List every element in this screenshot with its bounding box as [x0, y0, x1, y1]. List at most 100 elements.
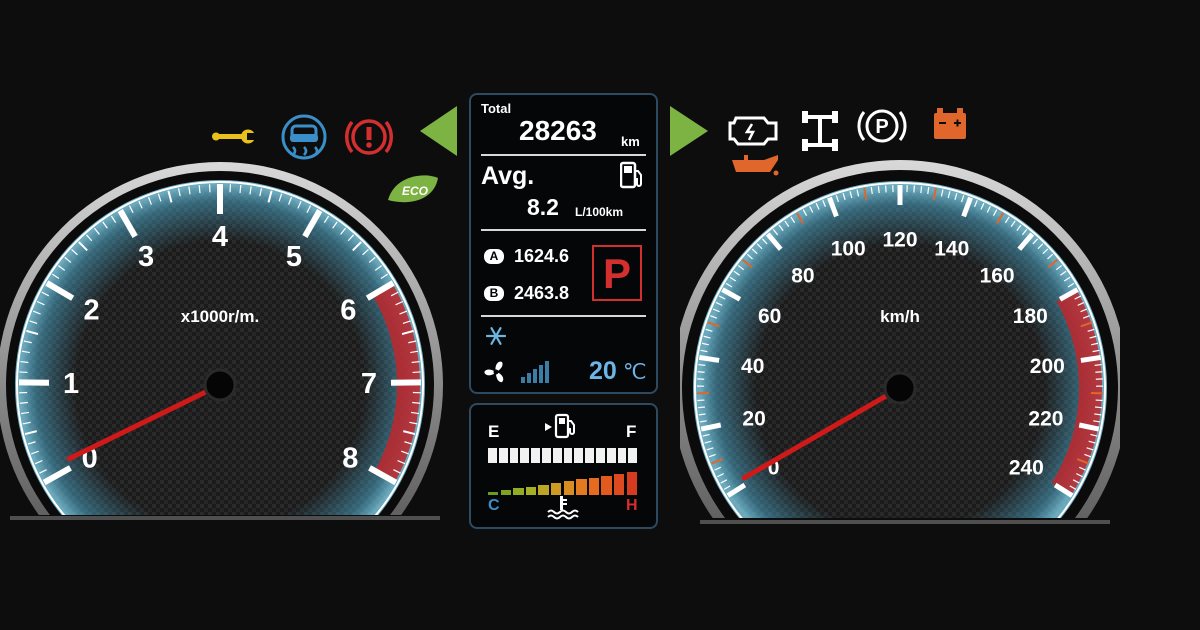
coolant-hot-label: H	[626, 497, 638, 514]
tachometer-minor-tick	[19, 371, 28, 374]
fuel-level-segment	[498, 448, 508, 463]
tachometer-minor-tick	[412, 401, 421, 404]
gear-indicator-value: P	[602, 250, 631, 297]
speedometer-minor-tick	[697, 371, 705, 373]
speedometer-tick-label: 200	[1030, 355, 1065, 378]
trip-computer-panel: Total 28263 km Avg. 8.2 L/100km A 1624.6…	[469, 93, 658, 394]
fuel-empty-label: E	[488, 422, 500, 441]
tachometer-tick-label: 8	[342, 442, 358, 474]
speedometer-tick-label: 240	[1009, 456, 1044, 479]
coolant-temperature-segment	[588, 477, 600, 495]
check-engine-icon	[728, 116, 778, 146]
speedometer-tick-label: 120	[882, 228, 917, 251]
traction-control-icon	[281, 114, 327, 160]
fan-icon	[484, 361, 504, 383]
tachometer-tick-label: 1	[63, 368, 79, 400]
speedometer-minor-tick	[697, 406, 705, 409]
coolant-temperature-icon	[547, 496, 579, 520]
speedometer-tick-label: 20	[742, 407, 765, 430]
wrench-icon	[212, 129, 256, 144]
trip-b-value: 2463.8	[514, 283, 570, 303]
speedometer-minor-tick	[1095, 406, 1103, 409]
eco-icon: ECO	[388, 175, 438, 203]
oil-pressure-icon	[732, 155, 779, 176]
coolant-temperature-segment	[601, 475, 612, 495]
speedometer-major-tick	[1080, 354, 1102, 363]
speedometer-minor-tick	[1095, 371, 1103, 373]
speedometer-tick-label: 40	[741, 355, 764, 378]
coolant-temperature-segment	[576, 479, 587, 495]
left-turn-signal-icon	[420, 106, 457, 156]
tachometer-tick-label: 3	[138, 241, 154, 273]
svg-text:P: P	[875, 116, 888, 138]
right-turn-signal-icon	[670, 106, 708, 156]
cabin-temperature-unit: ℃	[623, 361, 647, 384]
fuel-full-label: F	[626, 422, 637, 441]
trip-a-value: 1624.6	[514, 246, 570, 266]
svg-text:ECO: ECO	[402, 184, 429, 198]
tachometer-hub	[203, 368, 237, 402]
coolant-temperature-segment	[513, 488, 524, 495]
parking-brake-icon: P	[857, 109, 907, 143]
tachometer-tick-label: 2	[84, 295, 100, 327]
snowflake-icon	[485, 327, 507, 345]
battery-icon	[934, 108, 966, 139]
speedometer-minor-tick	[920, 186, 923, 194]
fuel-coolant-panel: E F C H	[469, 403, 658, 529]
coolant-temperature-segment	[626, 472, 637, 495]
odometer-label: Total	[481, 101, 512, 116]
avg-consumption-label: Avg.	[481, 162, 535, 190]
speedometer-minor-tick	[877, 186, 880, 194]
fuel-level-segment	[606, 448, 616, 463]
fuel-level-segment	[617, 448, 627, 463]
coolant-temperature-segment	[500, 490, 511, 495]
fuel-level-segment	[542, 448, 551, 463]
speedometer-minor-tick	[698, 363, 706, 366]
tachometer-tick-label: 5	[286, 241, 302, 273]
odometer-unit: km	[621, 134, 640, 149]
avg-consumption-value: 8.2	[527, 194, 559, 220]
fuel-level-segment	[509, 448, 519, 463]
gear-indicator: P	[592, 245, 642, 301]
tachometer-tick-label: 7	[361, 368, 377, 400]
speedometer-tick-label: 100	[831, 238, 866, 261]
fuel-level-segment	[574, 448, 584, 463]
fuel-pump-icon	[620, 161, 642, 189]
coolant-temperature-segment	[525, 486, 537, 495]
trip-a-badge: A	[484, 249, 504, 264]
speedometer-tick-label: 60	[758, 305, 781, 328]
speedometer-tick-label: 220	[1028, 407, 1063, 430]
fuel-level-segment	[488, 448, 497, 463]
fuel-level-segment	[628, 448, 638, 463]
speedometer-unit-label: km/h	[880, 307, 920, 326]
differential-lock-icon	[802, 111, 838, 151]
speedometer-tick-label: 180	[1013, 305, 1048, 328]
odometer-value: 28263	[519, 115, 597, 146]
tachometer-minor-tick	[198, 185, 201, 194]
fuel-level-segment	[585, 448, 594, 463]
tachometer-tick-label: 4	[212, 221, 228, 253]
speedometer-tick-label: 160	[980, 264, 1015, 287]
fuel-gauge-icon	[545, 413, 575, 439]
speedometer-tick-label: 140	[934, 238, 969, 261]
fuel-level-segment	[520, 448, 530, 463]
fuel-level-segment	[531, 448, 540, 463]
tachometer-minor-tick	[19, 401, 28, 404]
fuel-level-segment	[563, 448, 573, 463]
speedometer-minor-tick	[1094, 363, 1102, 366]
fan-speed-indicator	[521, 361, 549, 383]
avg-consumption-unit: L/100km	[575, 205, 624, 219]
fuel-level-segment	[596, 448, 605, 463]
tachometer-tick-label: 6	[340, 295, 356, 327]
fuel-level-bar	[488, 448, 638, 465]
brake-warning-icon	[344, 119, 394, 155]
speedometer-major-tick	[698, 354, 720, 363]
coolant-temperature-bar	[488, 471, 638, 495]
tachometer-minor-tick	[412, 371, 421, 374]
tachometer-minor-tick	[239, 185, 242, 194]
speedometer-hub	[883, 371, 917, 405]
tachometer-unit-label: x1000r/m.	[181, 307, 259, 326]
cabin-temperature-value: 20	[589, 357, 617, 385]
fuel-level-segment	[552, 448, 562, 463]
speedometer-tick-label: 80	[791, 264, 814, 287]
